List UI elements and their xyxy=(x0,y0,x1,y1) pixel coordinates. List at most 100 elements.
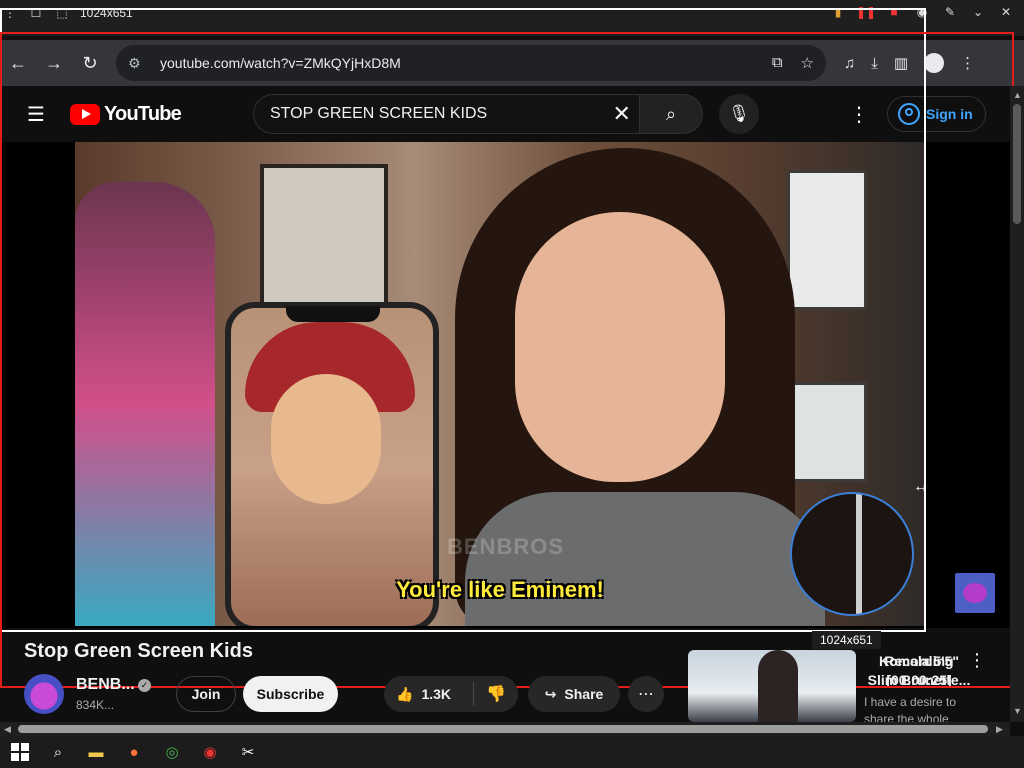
search-bar: STOP GREEN SCREEN KIDS ✕ ⌕ 🎙 xyxy=(252,94,759,134)
more-actions-button[interactable]: ⋯ xyxy=(628,676,664,712)
recommended-menu-icon[interactable]: ⋮ xyxy=(968,650,986,671)
region-select-icon[interactable]: ☐ xyxy=(28,5,44,21)
video-left-person xyxy=(75,182,215,626)
recorder-size-label: 1024x651 xyxy=(80,6,133,20)
start-button[interactable] xyxy=(10,742,30,762)
tools-app-icon[interactable]: ✂ xyxy=(238,742,258,762)
forward-button[interactable]: → xyxy=(36,45,72,81)
recorder-app-icon[interactable]: ◉ xyxy=(200,742,220,762)
join-button[interactable]: Join xyxy=(176,676,236,712)
scroll-left-icon[interactable]: ◀ xyxy=(4,724,11,735)
bookmark-star-icon[interactable]: ☆ xyxy=(801,54,814,72)
chrome-icon[interactable]: ◎ xyxy=(162,742,182,762)
omnibox-actions: ⧉ ☆ xyxy=(772,54,814,72)
browser-menu-icon[interactable]: ⋮ xyxy=(960,54,975,72)
share-button[interactable]: ↪ Share xyxy=(528,676,620,712)
search-icon: ⌕ xyxy=(665,103,677,124)
video-window-lower xyxy=(787,382,867,482)
pen-icon[interactable]: ✎ xyxy=(942,4,958,20)
scroll-right-icon[interactable]: ▶ xyxy=(996,724,1003,735)
vertical-scrollbar[interactable]: ▲ ▼ xyxy=(1010,86,1024,722)
channel-watermark-thumb[interactable] xyxy=(955,573,995,613)
back-button[interactable]: ← xyxy=(0,45,36,81)
address-bar[interactable]: ⚙ youtube.com/watch?v=ZMkQYjHxD8M ⧉ ☆ xyxy=(116,45,826,81)
thumbs-down-icon: 👎 xyxy=(486,686,506,703)
verified-icon: ✓ xyxy=(138,679,151,692)
account-circle-icon xyxy=(897,103,920,125)
share-label: Share xyxy=(564,686,604,702)
sign-in-label: Sign in xyxy=(925,106,973,122)
share-icon: ↪ xyxy=(544,685,557,702)
video-girl-face xyxy=(515,212,725,482)
youtube-logo[interactable]: YouTube xyxy=(70,103,182,126)
voice-search-button[interactable]: 🎙 xyxy=(718,94,759,134)
install-app-icon[interactable]: ⧉ xyxy=(772,54,783,72)
recorder-status: Recording [00:00:25] xyxy=(884,653,954,688)
file-explorer-icon[interactable]: ▬ xyxy=(86,742,106,762)
recorder-right-tools: ▮ ❚❚ ■ ◉ ✎ ⌄ ✕ xyxy=(830,4,1014,20)
settings-menu-button[interactable]: ⋮ xyxy=(847,102,871,127)
video-old-face xyxy=(271,374,381,504)
horizontal-scrollbar[interactable]: ◀ ▶ xyxy=(0,722,1010,736)
horizontal-scroll-thumb[interactable] xyxy=(18,725,988,733)
media-controls-icon[interactable]: ♫ xyxy=(844,55,855,72)
stop-icon[interactable]: ■ xyxy=(886,4,902,20)
scroll-down-icon[interactable]: ▼ xyxy=(1013,706,1022,716)
search-button[interactable]: ⌕ xyxy=(638,94,703,134)
collapse-icon[interactable]: ⌄ xyxy=(970,4,986,20)
recommended-title[interactable]: Komala 5'5" Slim Brunette... xyxy=(864,652,974,690)
recommended-description: I have a desire to share the whole xyxy=(864,695,957,722)
scroll-up-icon[interactable]: ▲ xyxy=(1013,90,1022,100)
hamburger-icon: ☰ xyxy=(27,103,45,126)
like-count: 1.3K xyxy=(421,686,452,702)
like-dislike-group: 👍 1.3K 👎 xyxy=(384,676,518,712)
audio-level-icon: ▮ xyxy=(834,5,842,19)
address-url[interactable]: youtube.com/watch?v=ZMkQYjHxD8M xyxy=(160,55,772,71)
reload-button[interactable]: ↻ xyxy=(72,45,108,81)
recommended-thumbnail[interactable] xyxy=(688,650,856,722)
video-watermark: BENBROS xyxy=(447,534,565,559)
subscribe-button[interactable]: Subscribe xyxy=(243,676,338,712)
subscriber-count: 834K... xyxy=(76,698,115,712)
like-button[interactable]: 👍 1.3K xyxy=(384,682,474,706)
zoom-region-icon[interactable]: ⬚ xyxy=(54,5,70,21)
taskbar-search-icon[interactable]: ⌕ xyxy=(48,742,68,762)
browser-actions: ♫ ⤓ ▥ ⋮ xyxy=(844,53,975,73)
windows-logo-icon xyxy=(11,743,29,761)
arrow-left-icon: ← xyxy=(9,52,27,73)
dislike-button[interactable]: 👎 xyxy=(474,684,518,704)
sign-in-button[interactable]: Sign in xyxy=(886,96,986,132)
download-icon[interactable]: ⤓ xyxy=(871,55,878,72)
guide-menu-button[interactable]: ☰ xyxy=(16,94,56,134)
channel-avatar[interactable] xyxy=(24,674,64,714)
search-input[interactable]: STOP GREEN SCREEN KIDS ✕ xyxy=(252,94,639,134)
resize-cursor-icon: ↔ xyxy=(913,478,929,495)
arrow-right-icon: → xyxy=(45,52,63,73)
microphone-icon: 🎙 xyxy=(728,104,750,123)
camera-icon[interactable]: ◉ xyxy=(914,4,930,20)
video-wall-picture xyxy=(260,164,388,324)
close-icon[interactable]: ✕ xyxy=(998,4,1014,20)
site-settings-icon[interactable]: ⚙ xyxy=(128,55,150,72)
firefox-icon[interactable]: ● xyxy=(124,742,144,762)
recorder-bar-inner: ⋮ ☐ ⬚ 1024x651 Recording [00:00:25] ▮ ❚❚… xyxy=(0,0,1024,688)
youtube-play-icon xyxy=(70,103,100,125)
pause-icon[interactable]: ❚❚ xyxy=(856,4,876,20)
side-panel-icon[interactable]: ▥ xyxy=(894,54,908,72)
vertical-scroll-thumb[interactable] xyxy=(1013,104,1021,224)
channel-name[interactable]: BENB... xyxy=(76,676,135,694)
reload-icon: ↻ xyxy=(82,52,98,73)
browser-toolbar: ← → ↻ ⚙ youtube.com/watch?v=ZMkQYjHxD8M … xyxy=(0,40,1024,86)
search-query[interactable]: STOP GREEN SCREEN KIDS xyxy=(270,105,613,123)
more-horizontal-icon: ⋯ xyxy=(638,686,654,703)
thumbs-up-icon: 👍 xyxy=(396,685,414,702)
video-title: Stop Green Screen Kids xyxy=(24,640,253,662)
cursor-magnifier xyxy=(790,492,914,616)
clear-search-icon[interactable]: ✕ xyxy=(613,101,631,127)
youtube-header: ☰ YouTube STOP GREEN SCREEN KIDS ✕ ⌕ 🎙 ⋮… xyxy=(0,86,1024,142)
recorder-bar: ⋮ ☐ ⬚ 1024x651 Recording [00:00:25] ▮ ❚❚… xyxy=(0,0,1024,688)
video-window xyxy=(787,170,867,310)
menu-handle-icon[interactable]: ⋮ xyxy=(2,5,18,21)
windows-taskbar: ⌕ ▬ ● ◎ ◉ ✂ xyxy=(0,736,1024,768)
profile-icon[interactable] xyxy=(924,53,945,73)
